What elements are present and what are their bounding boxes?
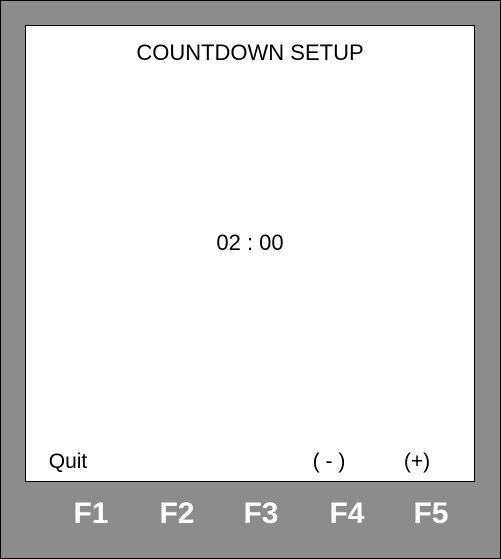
- device-bezel: COUNTDOWN SETUP 02 : 00 Quit ( - ) (+) F…: [0, 0, 501, 559]
- countdown-time-display: 02 : 00: [216, 230, 284, 255]
- softkey-label-f4-decrement[interactable]: ( - ): [289, 450, 369, 474]
- f3-key[interactable]: F3: [221, 497, 301, 531]
- screen-title: COUNTDOWN SETUP: [136, 40, 364, 65]
- f5-key[interactable]: F5: [391, 497, 471, 531]
- softkey-label-f1-quit[interactable]: Quit: [28, 450, 108, 474]
- f4-key[interactable]: F4: [307, 497, 387, 531]
- softkey-label-f5-increment[interactable]: (+): [377, 450, 457, 474]
- f1-key[interactable]: F1: [51, 497, 131, 531]
- f2-key[interactable]: F2: [137, 497, 217, 531]
- display-screen: COUNTDOWN SETUP 02 : 00 Quit ( - ) (+): [25, 25, 475, 482]
